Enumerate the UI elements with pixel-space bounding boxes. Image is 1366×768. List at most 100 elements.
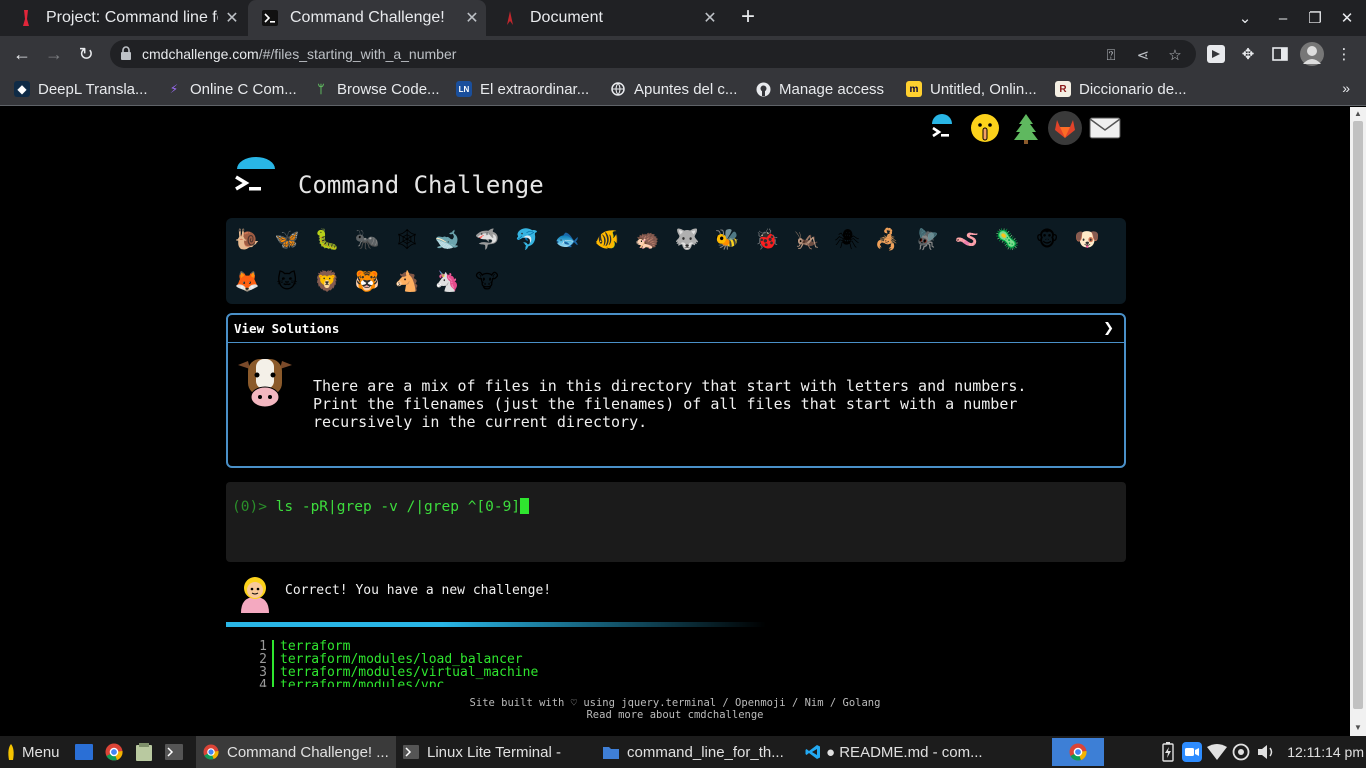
chrome-launcher-icon[interactable] (104, 742, 124, 762)
extension-icon[interactable] (1206, 44, 1226, 64)
bookmark-item[interactable]: m Untitled, Onlin... (906, 79, 1037, 99)
shark-icon[interactable]: 🦈 (470, 222, 504, 256)
line-gutter (272, 653, 274, 666)
spider-web-icon[interactable]: 🕸 (390, 222, 424, 256)
terminal-launcher-icon[interactable] (164, 742, 184, 762)
tiger-icon[interactable]: 🐯 (350, 264, 384, 298)
zoom-icon[interactable] (1182, 742, 1202, 762)
bee-icon[interactable]: 🐝 (710, 222, 744, 256)
butterfly-icon[interactable]: 🦋 (270, 222, 304, 256)
whale-icon[interactable]: 🐋 (430, 222, 464, 256)
volume-icon[interactable] (1256, 742, 1276, 762)
bookmark-item[interactable]: ◆ DeepL Transla... (14, 79, 148, 99)
worm-icon[interactable]: 🪱 (950, 222, 984, 256)
wifi-icon[interactable] (1207, 742, 1227, 762)
shushing-face-icon[interactable] (968, 111, 1002, 145)
bookmark-star-icon[interactable]: ☆ (1166, 46, 1184, 64)
dictionary-icon: R (1055, 81, 1071, 97)
restore-button[interactable]: ❐ (1299, 0, 1331, 36)
horse-icon[interactable]: 🐴 (390, 264, 424, 298)
address-bar[interactable]: cmdchallenge.com/#/files_starting_with_a… (110, 40, 1196, 68)
caterpillar-icon[interactable]: 🐛 (310, 222, 344, 256)
share-icon[interactable]: ⋖ (1134, 46, 1152, 64)
bookmark-item[interactable]: ⚡ Online C Com... (166, 79, 297, 99)
bookmark-item[interactable]: Manage access (755, 79, 884, 99)
scroll-up-arrow-icon[interactable]: ▲ (1353, 109, 1363, 119)
snail-icon[interactable]: 🐌 (230, 222, 264, 256)
spider-icon[interactable]: 🕷 (830, 222, 864, 256)
terminal-prompt[interactable]: (0)> ls -pR|grep -v /|grep ^[0-9] (232, 498, 530, 515)
fish-icon[interactable]: 🐟 (550, 222, 584, 256)
taskbar-window-chrome[interactable]: Command Challenge! ... (196, 736, 396, 768)
command-terminal[interactable]: (0)> ls -pR|grep -v /|grep ^[0-9] (226, 482, 1126, 562)
page-scrollbar[interactable]: ▲ ▼ (1350, 107, 1366, 736)
bookmarks-overflow-icon[interactable]: » (1342, 80, 1350, 96)
tab-project[interactable]: Project: Command line fo ✕ (4, 0, 246, 36)
taskbar-window-terminal[interactable]: Linux Lite Terminal - (396, 736, 594, 768)
bookmark-label: Untitled, Onlin... (930, 80, 1037, 98)
tab-document[interactable]: Document ✕ (488, 0, 724, 36)
bookmark-item[interactable]: LN El extraordinar... (456, 79, 589, 99)
dog-icon[interactable]: 🐶 (1070, 222, 1104, 256)
scroll-down-arrow-icon[interactable]: ▼ (1353, 723, 1363, 733)
tree-icon[interactable] (1009, 111, 1043, 145)
profile-avatar[interactable] (1300, 42, 1324, 66)
chrome-menu-icon[interactable]: ⋮ (1334, 44, 1354, 64)
tab-search-chevron-icon[interactable]: ⌄ (1229, 0, 1261, 36)
tab-command-challenge[interactable]: Command Challenge! ✕ (248, 0, 486, 36)
cricket-icon[interactable]: 🦗 (790, 222, 824, 256)
tab-close-icon[interactable]: ✕ (218, 8, 246, 28)
ant-icon[interactable]: 🐜 (350, 222, 384, 256)
extensions-puzzle-icon[interactable]: ✥ (1238, 44, 1258, 64)
gitlab-icon[interactable] (1048, 111, 1082, 145)
back-button[interactable]: ← (8, 40, 36, 68)
cat-icon[interactable]: 🐱 (270, 264, 304, 298)
miro-icon: m (906, 81, 922, 97)
start-menu-button[interactable]: Menu (0, 736, 60, 768)
fly-icon[interactable]: 🪰 (910, 222, 944, 256)
tropical-fish-icon[interactable]: 🐠 (590, 222, 624, 256)
envelope-icon[interactable] (1088, 111, 1122, 145)
hedgehog-icon[interactable]: 🦔 (630, 222, 664, 256)
result-message: Correct! You have a new challenge! (285, 583, 552, 598)
taskbar-window-label: Command Challenge! ... (227, 743, 389, 761)
ln-icon: LN (456, 81, 472, 97)
scrollbar-thumb[interactable] (1353, 121, 1363, 709)
taskbar-window-vscode[interactable]: ● README.md - com... (798, 736, 998, 768)
wolf-icon[interactable]: 🐺 (670, 222, 704, 256)
microbe-icon[interactable]: 🦠 (990, 222, 1024, 256)
lion-icon[interactable]: 🦁 (310, 264, 344, 298)
chrome-icon (202, 743, 220, 761)
cmdchallenge-home-icon[interactable] (925, 111, 959, 145)
line-gutter (272, 666, 274, 679)
bookmarks-bar: ◆ DeepL Transla... ⚡ Online C Com... ᛘ B… (0, 72, 1366, 106)
ladybug-icon[interactable]: 🐞 (750, 222, 784, 256)
system-clock[interactable]: 12:11:14 pm (1287, 744, 1364, 760)
fox-icon[interactable]: 🦊 (230, 264, 264, 298)
show-desktop-icon[interactable] (74, 742, 94, 762)
close-window-button[interactable]: ✕ (1331, 0, 1363, 36)
workspace-switcher[interactable] (1052, 738, 1104, 766)
taskbar-window-folder[interactable]: command_line_for_th... (596, 736, 798, 768)
reload-button[interactable]: ↻ (72, 40, 100, 68)
bookmark-item[interactable]: R Diccionario de... (1055, 79, 1187, 99)
view-solutions-toggle[interactable]: View Solutions ❯ (228, 315, 1124, 343)
unicorn-icon[interactable]: 🦄 (430, 264, 464, 298)
forward-button[interactable]: → (40, 40, 68, 68)
dolphin-icon[interactable]: 🐬 (510, 222, 544, 256)
bookmark-item[interactable]: Apuntes del c... (610, 79, 737, 99)
tab-close-icon[interactable]: ✕ (696, 8, 724, 28)
file-manager-launcher-icon[interactable] (134, 742, 154, 762)
footer-read-more-link[interactable]: Read more about cmdchallenge (0, 709, 1350, 721)
battery-charging-icon[interactable] (1158, 742, 1178, 762)
side-panel-icon[interactable] (1270, 44, 1290, 64)
scorpion-icon[interactable]: 🦂 (870, 222, 904, 256)
monkey-icon[interactable]: 🐵 (1030, 222, 1064, 256)
update-sync-icon[interactable] (1231, 742, 1251, 762)
bookmark-item[interactable]: ᛘ Browse Code... (313, 79, 439, 99)
new-tab-button[interactable]: + (736, 4, 760, 32)
translate-icon[interactable]: ⍰ (1102, 46, 1120, 64)
minimize-button[interactable]: – (1267, 0, 1299, 36)
cow-icon[interactable]: 🐮 (470, 264, 504, 298)
tab-close-icon[interactable]: ✕ (458, 8, 486, 28)
